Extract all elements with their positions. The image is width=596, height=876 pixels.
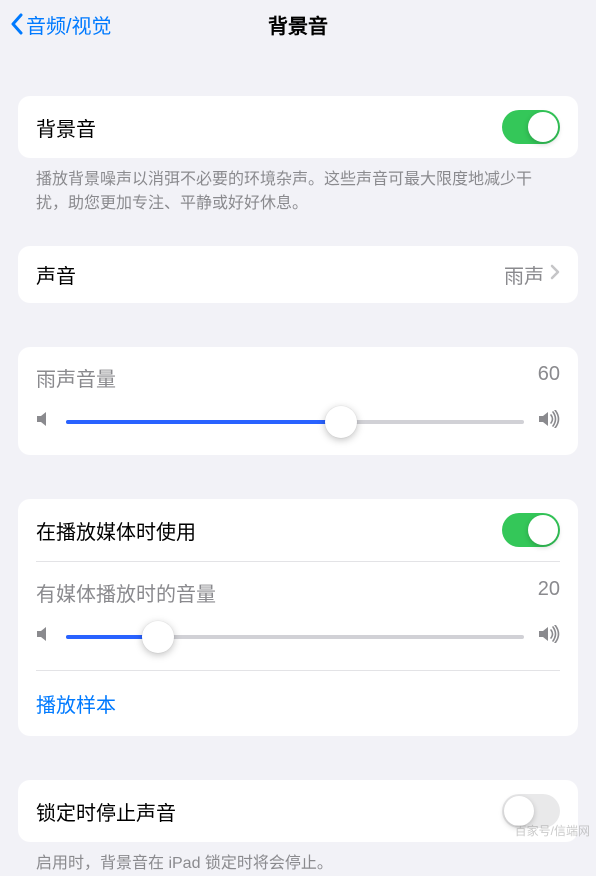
watermark: 百家号/信端网 xyxy=(515,822,590,839)
stop-on-lock-description: 启用时，背景音在 iPad 锁定时将会停止。 xyxy=(0,842,596,876)
background-sound-description: 播放背景噪声以消弭不必要的环境杂声。这些声音可最大限度地减少干扰，助您更加专注、… xyxy=(0,158,596,216)
speaker-low-icon xyxy=(36,625,52,648)
slider-thumb xyxy=(142,621,174,653)
speaker-low-icon xyxy=(36,410,52,433)
row-use-with-media: 在播放媒体时使用 xyxy=(18,499,578,561)
back-button[interactable]: 音频/视觉 xyxy=(8,10,112,39)
background-sound-toggle[interactable] xyxy=(502,110,560,144)
toggle-knob xyxy=(528,112,558,142)
back-label: 音频/视觉 xyxy=(26,10,112,39)
speaker-high-icon xyxy=(538,625,560,648)
volume-value: 60 xyxy=(538,363,560,392)
page-title: 背景音 xyxy=(268,10,328,39)
volume-slider[interactable] xyxy=(66,420,524,424)
media-volume-value: 20 xyxy=(538,578,560,607)
sound-label: 声音 xyxy=(36,260,504,289)
background-sound-label: 背景音 xyxy=(36,113,502,142)
sound-value: 雨声 xyxy=(504,260,544,289)
use-with-media-label: 在播放媒体时使用 xyxy=(36,516,502,545)
media-volume-label: 有媒体播放时的音量 xyxy=(36,578,216,607)
group-media: 在播放媒体时使用 有媒体播放时的音量 20 播放样本 xyxy=(18,499,578,736)
play-sample-button[interactable]: 播放样本 xyxy=(18,671,578,736)
toggle-knob xyxy=(528,515,558,545)
chevron-right-icon xyxy=(550,264,560,285)
speaker-high-icon xyxy=(538,410,560,433)
volume-label: 雨声音量 xyxy=(36,363,116,392)
group-volume: 雨声音量 60 xyxy=(18,347,578,455)
group-sound: 声音 雨声 xyxy=(18,246,578,303)
use-with-media-toggle[interactable] xyxy=(502,513,560,547)
nav-header: 音频/视觉 背景音 xyxy=(0,0,596,48)
volume-section: 雨声音量 60 xyxy=(18,347,578,455)
slider-thumb xyxy=(325,406,357,438)
slider-fill xyxy=(66,420,341,424)
media-volume-slider[interactable] xyxy=(66,635,524,639)
group-background-sound: 背景音 xyxy=(18,96,578,158)
row-stop-on-lock: 锁定时停止声音 xyxy=(18,780,578,842)
row-sound-select[interactable]: 声音 雨声 xyxy=(18,246,578,303)
group-lock: 锁定时停止声音 xyxy=(18,780,578,842)
stop-on-lock-label: 锁定时停止声音 xyxy=(36,797,502,826)
row-background-sound-toggle: 背景音 xyxy=(18,96,578,158)
media-volume-section: 有媒体播放时的音量 20 xyxy=(18,562,578,670)
chevron-left-icon xyxy=(8,10,26,38)
